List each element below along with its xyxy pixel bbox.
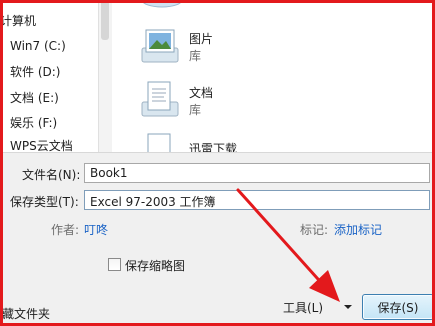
library-partial-icon (141, 0, 183, 8)
author-value[interactable]: 叮咚 (84, 221, 108, 238)
library-pictures[interactable]: 图片 库 (140, 26, 340, 72)
thumbnail-label: 保存缩略图 (125, 259, 186, 273)
library-subtitle: 库 (189, 103, 202, 117)
filename-label: 文件名(N): (22, 168, 81, 182)
nav-item-wps-cloud[interactable]: WPS云文档 (6, 135, 73, 153)
downloads-library-icon (147, 133, 171, 152)
pictures-library-icon (141, 29, 179, 63)
nav-computer-label: 计算机 (0, 13, 37, 28)
tools-button[interactable]: 工具(L) (280, 296, 356, 318)
library-name: 迅雷下载 (189, 142, 238, 152)
save-button-label: 保存(S) (377, 300, 419, 315)
filetype-label: 保存类型(T): (10, 195, 79, 209)
thumbnail-checkbox[interactable] (108, 258, 121, 271)
library-name: 文档 (189, 86, 214, 100)
hide-folders-label[interactable]: 藏文件夹 (2, 305, 50, 322)
documents-library-icon (141, 81, 179, 117)
save-options-panel: 文件名(N): Book1 保存类型(T): Excel 97-2003 工作簿… (0, 152, 435, 326)
nav-item-label: 软件 (D:) (10, 64, 61, 79)
tags-value[interactable]: 添加标记 (334, 221, 382, 238)
author-label: 作者: (51, 223, 80, 237)
library-name: 图片 (189, 32, 214, 46)
chevron-down-icon (344, 305, 353, 309)
nav-item-label: 文档 (E:) (10, 90, 59, 105)
nav-item-label: Win7 (C:) (10, 39, 66, 53)
navigation-pane: 计算机 Win7 (C:) 软件 (D:) 文档 (E:) 娱乐 (F:) WP… (0, 0, 112, 152)
file-browse-area: 计算机 Win7 (C:) 软件 (D:) 文档 (E:) 娱乐 (F:) WP… (0, 0, 435, 152)
nav-item-drive-e[interactable]: 文档 (E:) (6, 87, 59, 107)
save-button[interactable]: 保存(S) (362, 294, 434, 320)
nav-scrollbar-thumb[interactable] (101, 0, 109, 40)
tools-button-label: 工具(L) (282, 300, 324, 315)
library-downloads[interactable]: 迅雷下载 (140, 132, 340, 152)
library-subtitle: 库 (189, 49, 202, 63)
nav-item-drive-f[interactable]: 娱乐 (F:) (6, 112, 57, 132)
nav-item-label: WPS云文档 (10, 138, 73, 153)
nav-item-drive-c[interactable]: Win7 (C:) (6, 36, 66, 56)
nav-item-drive-d[interactable]: 软件 (D:) (6, 61, 60, 81)
filetype-select[interactable]: Excel 97-2003 工作簿 (84, 190, 430, 210)
tags-label: 标记: (300, 223, 329, 237)
nav-item-label: 娱乐 (F:) (10, 115, 58, 130)
library-documents[interactable]: 文档 库 (140, 80, 340, 126)
nav-computer[interactable]: 计算机 (0, 10, 36, 30)
filename-input[interactable]: Book1 (84, 163, 430, 183)
